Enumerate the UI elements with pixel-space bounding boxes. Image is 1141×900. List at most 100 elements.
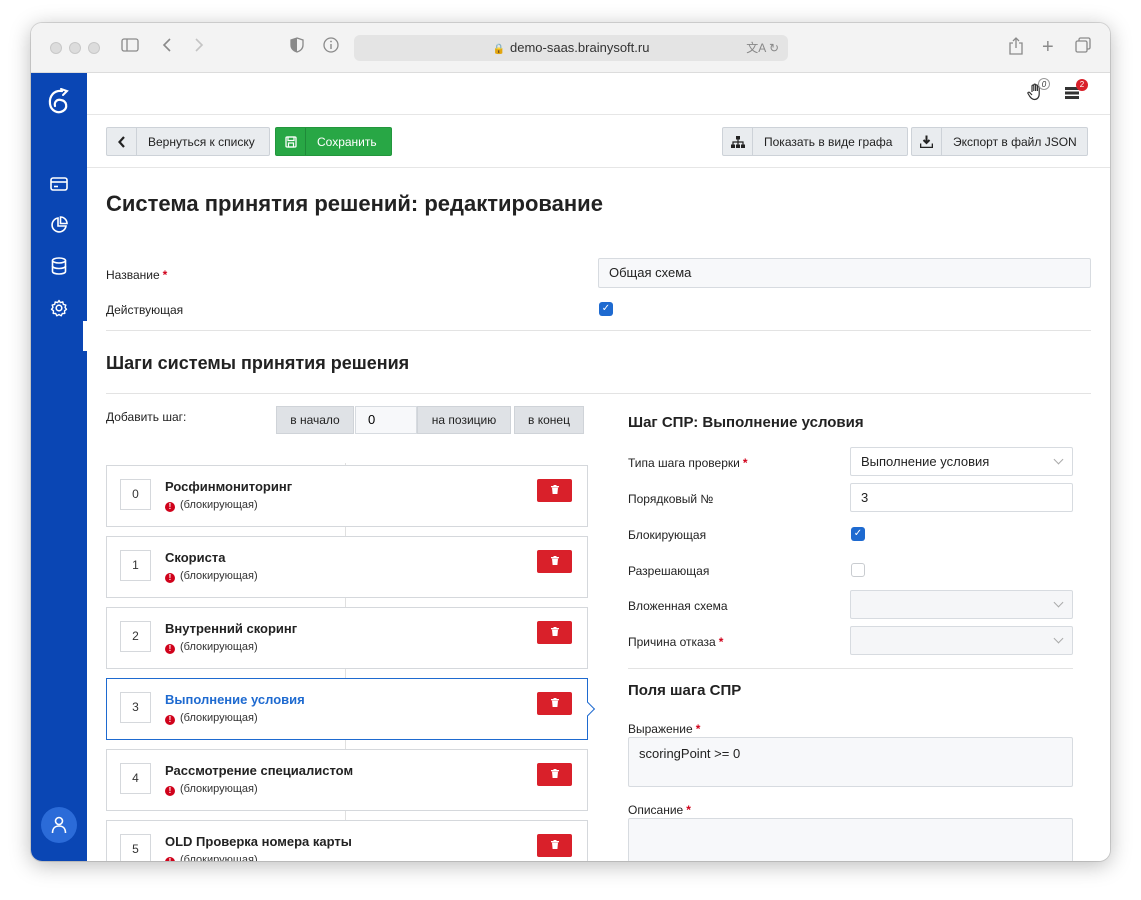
order-field[interactable]: 3 — [850, 483, 1073, 512]
translate-icon[interactable]: 文A — [746, 41, 765, 55]
pie-chart-icon[interactable] — [31, 216, 87, 239]
add-at-position-button[interactable]: на позицию — [417, 406, 511, 434]
export-json-button[interactable]: Экспорт в файл JSON — [911, 127, 1088, 156]
database-icon[interactable] — [31, 257, 87, 280]
step-subtitle: !(блокирующая) — [165, 712, 258, 725]
hand-badge: 0 — [1038, 78, 1050, 90]
step-number: 4 — [120, 763, 151, 794]
back-to-list-button[interactable]: Вернуться к списку — [106, 127, 270, 156]
fields-section-title: Поля шага СПР — [628, 682, 742, 699]
chevron-down-icon — [1053, 597, 1064, 608]
alert-icon: ! — [165, 644, 175, 654]
hand-icon[interactable]: 0 — [1027, 78, 1050, 105]
app-sidebar — [31, 73, 87, 861]
address-bar[interactable]: 🔒 demo-saas.brainysoft.ru 文A ↻ — [354, 35, 788, 61]
step-number: 2 — [120, 621, 151, 652]
maximize-window-button[interactable] — [88, 42, 100, 54]
divider — [628, 668, 1073, 669]
blocking-checkbox[interactable]: ✓ — [851, 527, 865, 541]
back-nav-icon[interactable] — [162, 37, 172, 57]
minimize-window-button[interactable] — [69, 42, 81, 54]
card-icon[interactable] — [31, 177, 87, 196]
delete-step-button[interactable] — [537, 479, 572, 502]
step-card[interactable]: 4 Рассмотрение специалистом ! (блокирующая) — [106, 749, 588, 811]
share-icon[interactable] — [1009, 37, 1023, 60]
step-detail-title: Шаг СПР: Выполнение условия — [628, 414, 864, 431]
divider — [106, 393, 1091, 394]
step-subtitle: !(блокирующая) — [165, 783, 258, 796]
step-subtitle: !(блокирующая) — [165, 641, 258, 654]
save-button[interactable]: Сохранить — [275, 127, 392, 156]
list-icon[interactable]: 2 — [1064, 79, 1088, 104]
alert-icon: ! — [165, 573, 175, 583]
user-avatar[interactable] — [41, 807, 77, 843]
floppy-icon — [276, 128, 306, 155]
type-label: Типа шага проверки * — [628, 456, 748, 470]
step-name: OLD Проверка номера карты — [165, 834, 352, 849]
alert-icon: ! — [165, 786, 175, 796]
step-card[interactable]: 0 Росфинмониторинг ! (блокирующая) — [106, 465, 588, 527]
step-number: 5 — [120, 834, 151, 861]
name-field[interactable]: Общая схема — [598, 258, 1091, 288]
active-label: Действующая — [106, 303, 184, 317]
alert-icon: ! — [165, 857, 175, 861]
divider — [106, 330, 1091, 331]
reload-icon[interactable]: ↻ — [769, 41, 779, 55]
reason-select[interactable] — [850, 626, 1073, 655]
show-graph-button[interactable]: Показать в виде графа — [722, 127, 908, 156]
new-tab-icon[interactable]: + — [1042, 37, 1054, 57]
step-subtitle: !(блокирующая) — [165, 499, 258, 512]
alert-icon: ! — [165, 502, 175, 512]
trash-icon — [550, 769, 559, 778]
download-icon — [912, 128, 942, 155]
position-input[interactable]: 0 — [355, 406, 417, 434]
step-number: 1 — [120, 550, 151, 581]
type-select[interactable]: Выполнение условия — [850, 447, 1073, 476]
description-field[interactable] — [628, 818, 1073, 861]
active-checkbox[interactable]: ✓ — [599, 302, 613, 316]
shield-icon[interactable] — [290, 37, 304, 58]
expression-label: Выражение * — [628, 722, 701, 736]
delete-step-button[interactable] — [537, 550, 572, 573]
add-end-button[interactable]: в конец — [514, 406, 584, 434]
delete-step-button[interactable] — [537, 763, 572, 786]
gear-icon[interactable] — [31, 299, 87, 322]
trash-icon — [550, 556, 559, 565]
add-start-button[interactable]: в начало — [276, 406, 354, 434]
chevron-down-icon — [1053, 633, 1064, 644]
trash-icon — [550, 698, 559, 707]
info-icon[interactable] — [323, 37, 339, 58]
sidebar-toggle-icon[interactable] — [121, 37, 139, 57]
step-subtitle: !(блокирующая) — [165, 570, 258, 583]
step-card[interactable]: 3 Выполнение условия ! (блокирующая) — [106, 678, 588, 740]
steps-section-title: Шаги системы принятия решения — [106, 353, 410, 373]
close-window-button[interactable] — [50, 42, 62, 54]
chevron-left-icon — [107, 128, 137, 155]
step-card[interactable]: 2 Внутренний скоринг ! (блокирующая) — [106, 607, 588, 669]
allowing-checkbox[interactable] — [851, 563, 865, 577]
order-label: Порядковый № — [628, 492, 714, 506]
add-step-label: Добавить шаг: — [106, 410, 187, 424]
delete-step-button[interactable] — [537, 692, 572, 715]
nested-schema-select[interactable] — [850, 590, 1073, 619]
step-card[interactable]: 1 Скориста ! (блокирующая) — [106, 536, 588, 598]
sitemap-icon — [723, 128, 753, 155]
app-logo-icon[interactable] — [31, 87, 87, 122]
tabs-overview-icon[interactable] — [1075, 37, 1091, 58]
page-title: Система принятия решений: редактирование — [106, 191, 603, 216]
trash-icon — [550, 627, 559, 636]
blocking-label: Блокирующая — [628, 528, 707, 542]
step-name: Выполнение условия — [165, 692, 305, 707]
app-header: 0 2 — [87, 73, 1110, 115]
toolbar: Вернуться к списку Сохранить Показать в … — [87, 116, 1110, 168]
trash-icon — [550, 840, 559, 849]
delete-step-button[interactable] — [537, 834, 572, 857]
expression-field[interactable]: scoringPoint >= 0 — [628, 737, 1073, 787]
step-name: Росфинмониторинг — [165, 479, 293, 494]
user-icon — [51, 816, 67, 833]
forward-nav-icon[interactable] — [194, 37, 204, 57]
main-content: 0 2 Вернуться к списку Сохранить Показат… — [87, 73, 1110, 861]
step-card[interactable]: 5 OLD Проверка номера карты !(блокирующая) — [106, 820, 588, 861]
delete-step-button[interactable] — [537, 621, 572, 644]
step-name: Скориста — [165, 550, 226, 565]
